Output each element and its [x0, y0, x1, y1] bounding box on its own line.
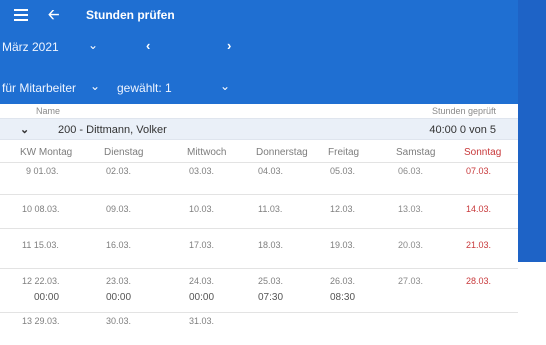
day-cell[interactable]: 11.03. — [258, 204, 282, 214]
day-cell[interactable]: 13.03. — [398, 204, 423, 214]
chevron-right-icon[interactable]: › — [227, 38, 231, 53]
day-header-monday: KW Montag — [20, 147, 73, 158]
day-cell[interactable]: 10 08.03. — [22, 204, 60, 214]
chevron-down-icon[interactable]: ⌄ — [220, 79, 230, 93]
chevron-down-icon[interactable]: ⌄ — [20, 123, 29, 136]
day-cell[interactable]: 11 15.03. — [22, 240, 59, 250]
time-entry[interactable]: 00:00 — [106, 292, 131, 303]
day-cell[interactable]: 21.03. — [466, 240, 491, 250]
week-row — [0, 312, 518, 342]
employee-filter-label[interactable]: für Mitarbeiter — [2, 81, 76, 95]
day-cell[interactable]: 10.03. — [189, 204, 214, 214]
day-cell[interactable]: 13 29.03. — [22, 316, 60, 326]
backdrop-right — [518, 0, 546, 262]
day-header-friday: Freitag — [328, 147, 360, 158]
day-cell[interactable]: 31.03. — [189, 316, 214, 326]
day-header-sunday: Sonntag — [464, 147, 502, 158]
column-header-name: Name — [36, 106, 61, 116]
employee-name: 200 - Dittmann, Volker — [58, 124, 167, 136]
app-window: 🡠 Stunden prüfen März 2021 ⌄ ‹ › für Mit… — [0, 0, 518, 345]
day-cell[interactable]: 16.03. — [106, 240, 131, 250]
day-cell[interactable]: 12.03. — [330, 204, 355, 214]
week-row — [0, 268, 518, 312]
day-cell[interactable]: 06.03. — [398, 166, 423, 176]
page-title: Stunden prüfen — [86, 8, 175, 22]
selection-label[interactable]: gewählt: 1 — [117, 81, 172, 95]
day-cell[interactable]: 12 22.03. — [22, 276, 60, 286]
day-cell[interactable]: 9 01.03. — [26, 166, 59, 176]
time-entry[interactable]: 07:30 — [258, 292, 283, 303]
day-cell[interactable]: 09.03. — [106, 204, 131, 214]
employee-hours: 40:00 0 von 5 — [429, 124, 496, 136]
day-cell[interactable]: 05.03. — [330, 166, 355, 176]
day-header-wednesday: Mittwoch — [187, 147, 227, 158]
day-cell[interactable]: 03.03. — [189, 166, 214, 176]
day-cell[interactable]: 28.03. — [466, 276, 491, 286]
chevron-down-icon[interactable]: ⌄ — [90, 79, 100, 93]
chevron-left-icon[interactable]: ‹ — [146, 38, 150, 53]
column-header-hours: Stunden geprüft — [431, 106, 496, 116]
app-header: 🡠 Stunden prüfen März 2021 ⌄ ‹ › für Mit… — [0, 0, 518, 104]
day-header-thursday: Donnerstag — [256, 147, 308, 158]
day-header-tuesday: Dienstag — [104, 147, 144, 158]
day-cell[interactable]: 25.03. — [258, 276, 283, 286]
day-cell[interactable]: 04.03. — [258, 166, 283, 176]
day-cell[interactable]: 07.03. — [466, 166, 491, 176]
day-cell[interactable]: 30.03. — [106, 316, 131, 326]
day-cell[interactable]: 24.03. — [189, 276, 214, 286]
time-entry[interactable]: 00:00 — [189, 292, 214, 303]
chevron-down-icon[interactable]: ⌄ — [88, 38, 98, 52]
hamburger-icon[interactable] — [14, 9, 28, 21]
employee-group-row[interactable]: ⌄ 200 - Dittmann, Volker 40:00 0 von 5 — [0, 118, 518, 140]
day-cell[interactable]: 17.03. — [189, 240, 214, 250]
month-label[interactable]: März 2021 — [2, 40, 59, 54]
day-header-saturday: Samstag — [396, 147, 436, 158]
day-cell[interactable]: 02.03. — [106, 166, 131, 176]
day-cell[interactable]: 19.03. — [330, 240, 355, 250]
day-cell[interactable]: 18.03. — [258, 240, 283, 250]
time-entry[interactable]: 08:30 — [330, 292, 355, 303]
time-entry[interactable]: 00:00 — [34, 292, 59, 303]
day-cell[interactable]: 27.03. — [398, 276, 423, 286]
day-cell[interactable]: 26.03. — [330, 276, 355, 286]
day-cell[interactable]: 23.03. — [106, 276, 131, 286]
day-cell[interactable]: 20.03. — [398, 240, 423, 250]
day-cell[interactable]: 14.03. — [466, 204, 491, 214]
arrow-left-icon[interactable]: 🡠 — [48, 7, 59, 21]
